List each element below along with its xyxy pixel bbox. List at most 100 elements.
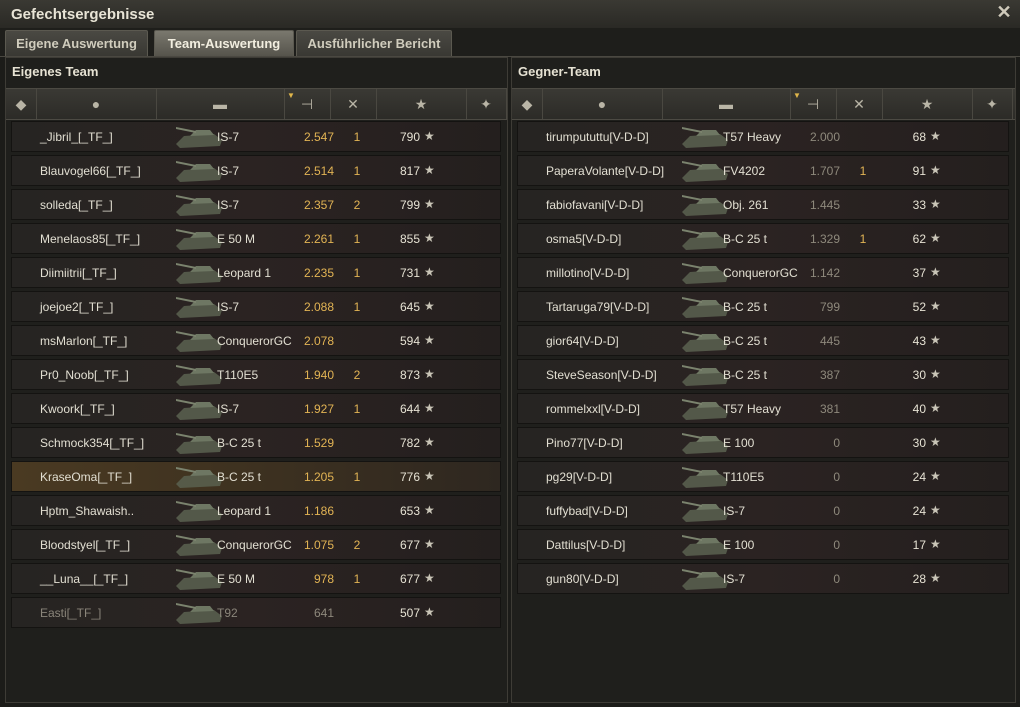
column-header-tank[interactable]: ▬ xyxy=(662,89,791,119)
team-row[interactable]: Menelaos85[_TF_] E 50 M 2.261 1 855 ★ xyxy=(11,223,501,254)
star-icon: ★ xyxy=(930,537,941,551)
damage-value: 0 xyxy=(833,470,840,484)
team-row[interactable]: PaperaVolante[V-D-D] FV4202 1.707 1 91 ★ xyxy=(517,155,1009,186)
team-row[interactable]: tirumpututtu[V-D-D] T57 Heavy 2.000 68 ★ xyxy=(517,121,1009,152)
player-name: Pr0_Noob[_TF_] xyxy=(40,368,129,382)
tab-eigene-auswertung[interactable]: Eigene Auswertung xyxy=(5,30,148,56)
frags-value: 2 xyxy=(353,368,361,382)
team-row[interactable]: Pr0_Noob[_TF_] T110E5 1.940 2 873 ★ xyxy=(11,359,501,390)
tank-name: T57 Heavy xyxy=(723,130,782,144)
star-icon: ★ xyxy=(424,605,435,619)
team-row[interactable]: Easti[_TF_] T92 641 507 ★ xyxy=(11,597,501,628)
team-row[interactable]: Schmock354[_TF_] B-C 25 t 1.529 782 ★ xyxy=(11,427,501,458)
player-name: __Luna__[_TF_] xyxy=(40,572,129,586)
player-name: Blauvogel66[_TF_] xyxy=(40,164,141,178)
column-header-frags[interactable]: ✕ xyxy=(330,89,377,119)
xp-value: 645 xyxy=(399,300,420,314)
column-header-medal[interactable]: ✦ xyxy=(466,89,507,119)
xp-value: 52 xyxy=(912,300,926,314)
team-row[interactable]: _Jibril_[_TF_] IS-7 2.547 1 790 ★ xyxy=(11,121,501,152)
team-row[interactable]: osma5[V-D-D] B-C 25 t 1.329 1 62 ★ xyxy=(517,223,1009,254)
frags-value: 1 xyxy=(859,164,867,178)
column-header-squad[interactable]: ◆ xyxy=(512,89,543,119)
team-row[interactable]: Hptm_Shawaish.. Leopard 1 1.186 653 ★ xyxy=(11,495,501,526)
tank-name: IS-7 xyxy=(217,164,240,178)
star-icon: ★ xyxy=(930,129,941,143)
tank-name: B-C 25 t xyxy=(723,232,768,246)
tab-ausfuehrlicher-bericht[interactable]: Ausführlicher Bericht xyxy=(296,30,452,56)
damage-value: 445 xyxy=(819,334,840,348)
column-header-player[interactable]: ● xyxy=(36,89,157,119)
enemy-team-header: ◆ ● ▬ ⊣ ▼ ✕ ★ ✦ xyxy=(512,88,1015,120)
tank-icon: ▬ xyxy=(719,96,733,112)
team-row[interactable]: gior64[V-D-D] B-C 25 t 445 43 ★ xyxy=(517,325,1009,356)
player-name: _Jibril_[_TF_] xyxy=(40,130,113,144)
tank-name: E 100 xyxy=(723,538,755,552)
column-header-medal[interactable]: ✦ xyxy=(972,89,1013,119)
column-header-squad[interactable]: ◆ xyxy=(6,89,37,119)
player-name: Dattilus[V-D-D] xyxy=(546,538,626,552)
tank-name: IS-7 xyxy=(217,198,240,212)
team-row[interactable]: __Luna__[_TF_] E 50 M 978 1 677 ★ xyxy=(11,563,501,594)
damage-value: 2.547 xyxy=(303,130,334,144)
column-header-damage[interactable]: ⊣ ▼ xyxy=(790,89,837,119)
star-icon: ★ xyxy=(930,401,941,415)
team-row[interactable]: msMarlon[_TF_] ConquerorGC 2.078 594 ★ xyxy=(11,325,501,356)
team-row[interactable]: solleda[_TF_] IS-7 2.357 2 799 ★ xyxy=(11,189,501,220)
frags-value: 2 xyxy=(353,198,361,212)
column-header-player[interactable]: ● xyxy=(542,89,663,119)
star-icon: ★ xyxy=(424,129,435,143)
xp-value: 40 xyxy=(912,402,926,416)
team-row[interactable]: Bloodstyel[_TF_] ConquerorGC 1.075 2 677 ★ xyxy=(11,529,501,560)
team-row[interactable]: SteveSeason[V-D-D] B-C 25 t 387 30 ★ xyxy=(517,359,1009,390)
team-row[interactable]: fabiofavani[V-D-D] Obj. 261 1.445 33 ★ xyxy=(517,189,1009,220)
team-row[interactable]: rommelxxl[V-D-D] T57 Heavy 381 40 ★ xyxy=(517,393,1009,424)
column-header-xp-star[interactable]: ★ xyxy=(376,89,467,119)
team-row[interactable]: Diimiitrii[_TF_] Leopard 1 2.235 1 731 ★ xyxy=(11,257,501,288)
team-row[interactable]: pg29[V-D-D] T110E5 0 24 ★ xyxy=(517,461,1009,492)
frags-value: 1 xyxy=(353,266,361,280)
damage-value: 1.940 xyxy=(303,368,334,382)
column-header-xp-star[interactable]: ★ xyxy=(882,89,973,119)
damage-value: 1.329 xyxy=(809,232,840,246)
medal-icon: ✦ xyxy=(480,96,492,112)
damage-value: 2.078 xyxy=(303,334,334,348)
close-icon[interactable]: ✕ xyxy=(995,3,1013,21)
team-row[interactable]: millotino[V-D-D] ConquerorGC 1.142 37 ★ xyxy=(517,257,1009,288)
damage-icon: ⊣ xyxy=(806,96,820,112)
star-icon: ★ xyxy=(424,367,435,381)
team-row[interactable]: Dattilus[V-D-D] E 100 0 17 ★ xyxy=(517,529,1009,560)
xp-value: 677 xyxy=(399,572,420,586)
team-row[interactable]: Blauvogel66[_TF_] IS-7 2.514 1 817 ★ xyxy=(11,155,501,186)
team-row[interactable]: Tartaruga79[V-D-D] B-C 25 t 799 52 ★ xyxy=(517,291,1009,322)
xp-star-icon: ★ xyxy=(920,96,934,112)
team-row[interactable]: Kwoork[_TF_] IS-7 1.927 1 644 ★ xyxy=(11,393,501,424)
frags-icon: ✕ xyxy=(347,96,359,112)
tank-name: FV4202 xyxy=(723,164,766,178)
player-name: KraseOma[_TF_] xyxy=(40,470,133,484)
xp-value: 653 xyxy=(399,504,420,518)
xp-value: 790 xyxy=(399,130,420,144)
damage-value: 0 xyxy=(833,504,840,518)
damage-value: 0 xyxy=(833,572,840,586)
team-row[interactable]: fuffybad[V-D-D] IS-7 0 24 ★ xyxy=(517,495,1009,526)
player-name: fabiofavani[V-D-D] xyxy=(546,198,644,212)
tab-bar: Eigene Auswertung Team-Auswertung Ausfüh… xyxy=(0,28,1020,57)
column-header-frags[interactable]: ✕ xyxy=(836,89,883,119)
team-row[interactable]: KraseOma[_TF_] B-C 25 t 1.205 1 776 ★ xyxy=(11,461,501,492)
column-header-tank[interactable]: ▬ xyxy=(156,89,285,119)
team-row[interactable]: Pino77[V-D-D] E 100 0 30 ★ xyxy=(517,427,1009,458)
column-header-damage[interactable]: ⊣ ▼ xyxy=(284,89,331,119)
team-row[interactable]: gun80[V-D-D] IS-7 0 28 ★ xyxy=(517,563,1009,594)
star-icon: ★ xyxy=(930,571,941,585)
squad-icon: ◆ xyxy=(521,96,533,112)
xp-value: 855 xyxy=(399,232,420,246)
star-icon: ★ xyxy=(424,197,435,211)
frags-value: 1 xyxy=(859,232,867,246)
damage-value: 1.445 xyxy=(809,198,840,212)
tab-team-auswertung[interactable]: Team-Auswertung xyxy=(154,30,294,56)
star-icon: ★ xyxy=(424,469,435,483)
team-row[interactable]: joejoe2[_TF_] IS-7 2.088 1 645 ★ xyxy=(11,291,501,322)
own-team-header: ◆ ● ▬ ⊣ ▼ ✕ ★ ✦ xyxy=(6,88,507,120)
player-name: Diimiitrii[_TF_] xyxy=(40,266,117,280)
